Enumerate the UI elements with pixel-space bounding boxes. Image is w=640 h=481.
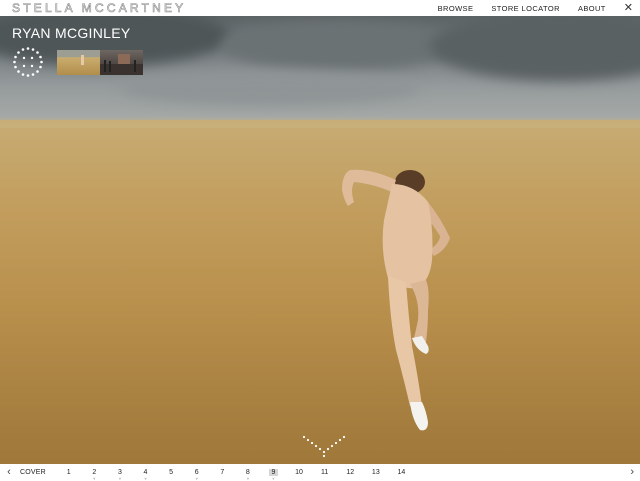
pager-page-3[interactable]: 3 ˅ [107,469,133,481]
dots-circle-icon[interactable] [12,46,44,78]
pager-page-1[interactable]: 1 [56,469,82,476]
pager-cover[interactable]: COVER [20,469,46,476]
thumbnail-strip [57,50,143,75]
top-bar: STELLA McCARTNEY BROWSE STORE LOCATOR AB… [0,0,640,16]
chevron-down-icon[interactable] [300,434,348,460]
page-navigator: ‹ COVER 1 2 ˅ 3 ˅ 4 ˅ 5 6 ˅ 7 8 ˅ 9 ˅ 10 11 12 13 14 › [0,464,640,481]
grass-field [0,120,640,464]
pager-page-2[interactable]: 2 ˅ [82,469,108,481]
chevron-right-icon[interactable]: › [630,464,634,480]
pager-page-8[interactable]: 8 ˅ [235,469,261,481]
pager-pages: 1 2 ˅ 3 ˅ 4 ˅ 5 6 ˅ 7 8 ˅ 9 ˅ 10 11 12 13 14 [56,468,415,481]
horizon [0,116,640,128]
nav-store-locator[interactable]: STORE LOCATOR [491,4,560,13]
close-icon[interactable]: ✕ [624,0,633,16]
pager-page-7[interactable]: 7 [209,469,235,476]
pager-page-4[interactable]: 4 ˅ [133,469,159,481]
pager-page-10[interactable]: 10 [286,469,312,476]
nav-about[interactable]: ABOUT [578,4,606,13]
pager-page-11[interactable]: 11 [312,469,338,476]
pager-page-12[interactable]: 12 [337,469,363,476]
top-nav: BROWSE STORE LOCATOR ABOUT ✕ [438,0,640,16]
gallery-photo: RYAN MCGINLEY [0,16,640,464]
artist-name: RYAN MCGINLEY [12,25,131,41]
thumbnail-2[interactable] [100,50,143,75]
thumbnail-1[interactable] [57,50,100,75]
pager-page-14[interactable]: 14 [389,469,415,476]
pager-page-13[interactable]: 13 [363,469,389,476]
chevron-left-icon[interactable]: ‹ [0,466,18,478]
brand-logo[interactable]: STELLA McCARTNEY [12,1,186,16]
pager-page-6[interactable]: 6 ˅ [184,469,210,481]
pager-page-5[interactable]: 5 [158,469,184,476]
running-figure [342,169,450,431]
pager-page-9[interactable]: 9 ˅ [268,468,278,481]
nav-browse[interactable]: BROWSE [438,4,474,13]
